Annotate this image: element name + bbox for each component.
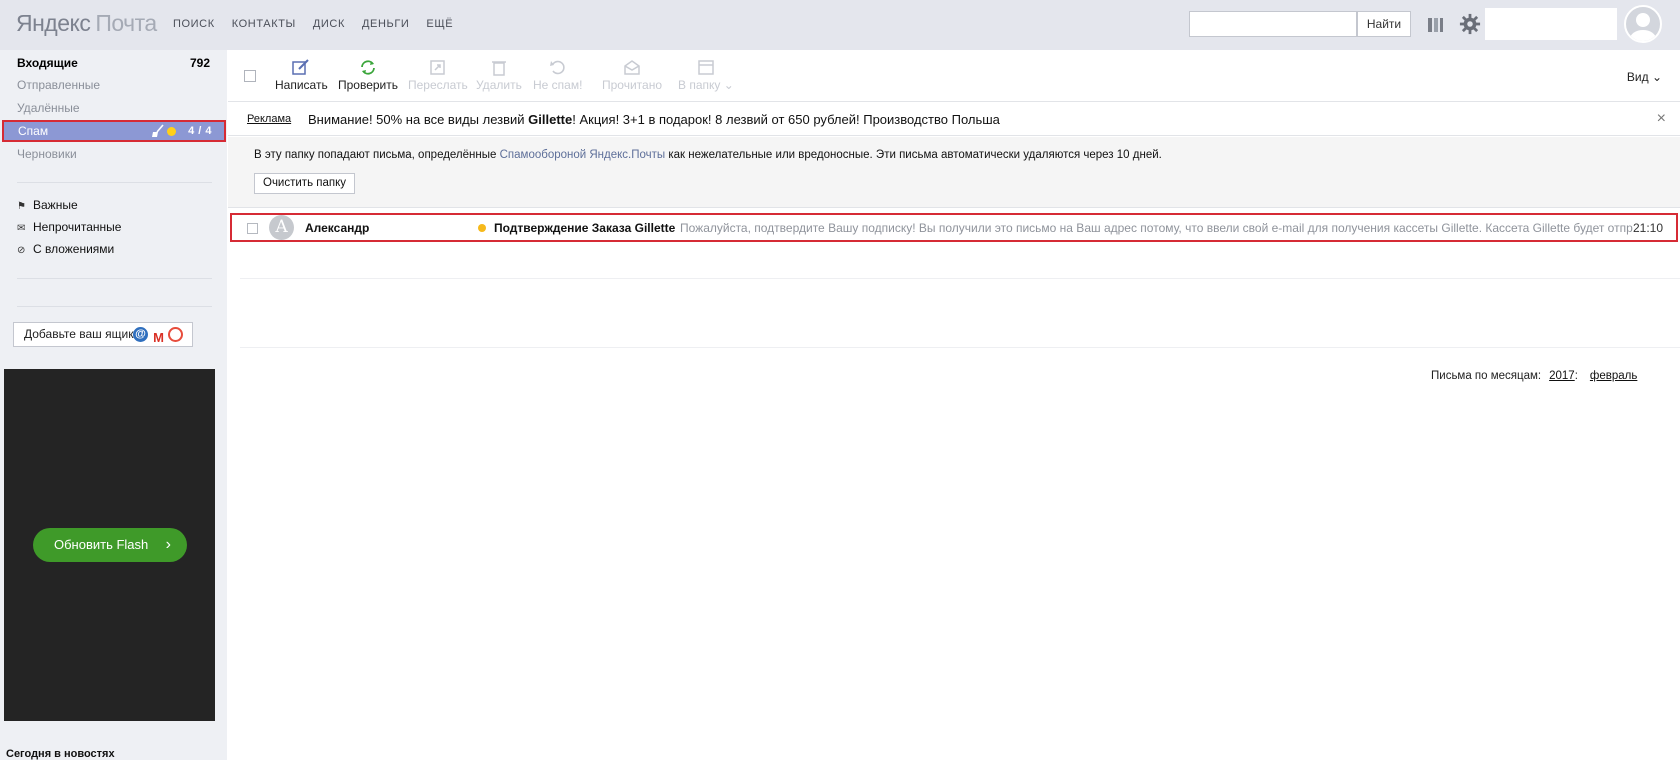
envelope-icon: ✉ [17, 223, 26, 234]
gear-icon[interactable] [1459, 13, 1481, 35]
forward-button[interactable]: Переслать [408, 59, 468, 92]
message-checkbox[interactable] [247, 223, 258, 234]
at-sign-icon: @ [133, 327, 148, 342]
undo-icon [549, 60, 565, 75]
divider [240, 347, 1680, 348]
clear-folder-button[interactable]: Очистить папку [254, 173, 356, 194]
sidebar-divider [17, 182, 212, 183]
label-unread[interactable]: ✉ Непрочитанные [17, 217, 121, 237]
month-link[interactable]: февраль [1590, 370, 1637, 382]
message-time: 21:10 [1632, 221, 1663, 235]
chevron-right-icon: › [165, 536, 171, 553]
label-important[interactable]: ⚑ Важные [17, 195, 78, 215]
folder-inbox[interactable]: Входящие 792 [0, 52, 227, 74]
top-nav: ПОИСК КОНТАКТЫ ДИСК ДЕНЬГИ ЕЩЁ [173, 18, 453, 30]
unread-dot-icon[interactable] [167, 127, 176, 136]
chevron-down-icon: ⌄ [723, 78, 734, 92]
message-subject[interactable]: Подтверждение Заказа Gillette [494, 221, 675, 235]
ad-tag[interactable]: Реклама [247, 113, 291, 125]
notice-text: В эту папку попадают письма, определённы… [254, 149, 1162, 161]
broom-icon[interactable] [151, 124, 165, 138]
message-row[interactable]: А Александр Подтверждение Заказа Gillett… [230, 213, 1678, 242]
compose-button[interactable]: Написать [275, 59, 328, 92]
mark-read-button[interactable]: Прочитано [602, 59, 662, 92]
sidebar-divider [17, 278, 212, 279]
folder-inbox-label: Входящие [17, 56, 78, 70]
paperclip-icon: ⊘ [17, 245, 26, 256]
sidebar-ad-banner[interactable]: Обновить Flash › [4, 369, 215, 721]
nav-search[interactable]: ПОИСК [173, 18, 215, 30]
message-sender[interactable]: Александр [305, 221, 369, 235]
not-spam-button[interactable]: Не спам! [533, 59, 582, 92]
unread-dot-icon[interactable] [478, 224, 486, 232]
folder-deleted-label: Удалённые [17, 101, 80, 115]
ad-text[interactable]: Внимание! 50% на все виды лезвий Gillett… [308, 112, 1000, 127]
spam-folder-notice: В эту папку попадают письма, определённы… [228, 137, 1680, 208]
left-sidebar: Входящие 792 Отправленные Удалённые Спам… [0, 50, 227, 760]
open-envelope-icon [624, 60, 640, 75]
sidebar-divider [17, 306, 212, 307]
message-preview[interactable]: Пожалуйста, подтвердите Вашу подписку! В… [680, 221, 1680, 235]
close-icon[interactable]: × [1657, 110, 1666, 128]
spam-defense-link[interactable]: Спамообороной Яндекс.Почты [500, 149, 666, 161]
view-menu[interactable]: Вид ⌄ [1627, 70, 1662, 84]
label-attachments[interactable]: ⊘ С вложениями [17, 239, 114, 259]
theme-icon[interactable] [1426, 15, 1446, 35]
nav-contacts[interactable]: КОНТАКТЫ [232, 18, 296, 30]
search-button[interactable]: Найти [1357, 11, 1411, 37]
folder-icon [698, 60, 714, 75]
yandex-mail-logo[interactable]: Яндекс Почта [16, 10, 157, 37]
news-heading: Сегодня в новостях [6, 748, 115, 760]
user-name-box[interactable] [1485, 8, 1617, 40]
inbox-count: 792 [189, 56, 210, 70]
ad-line: Реклама Внимание! 50% на все виды лезвий… [228, 103, 1680, 136]
folder-spam[interactable]: Спам 4 / 4 [2, 120, 226, 142]
user-avatar[interactable] [1624, 5, 1662, 43]
move-to-folder-button[interactable]: В папку ⌄ [678, 59, 734, 92]
spam-count: 4 / 4 [188, 125, 212, 137]
rambler-icon [168, 327, 183, 342]
chevron-down-icon: ⌄ [1651, 70, 1662, 84]
sender-avatar[interactable]: А [269, 215, 294, 240]
nav-disk[interactable]: ДИСК [313, 18, 345, 30]
folder-drafts-label: Черновики [17, 147, 77, 161]
folder-deleted[interactable]: Удалённые [0, 97, 227, 119]
mail-search-box [1189, 11, 1357, 37]
compose-icon [292, 59, 310, 75]
refresh-icon [361, 60, 375, 75]
folder-drafts[interactable]: Черновики [0, 143, 227, 165]
divider [240, 278, 1680, 279]
top-bar: Яндекс Почта ПОИСК КОНТАКТЫ ДИСК ДЕНЬГИ Е… [0, 0, 1680, 50]
folder-sent-label: Отправленные [17, 78, 101, 92]
forward-icon [430, 60, 445, 75]
user-silhouette-icon [1630, 13, 1656, 41]
nav-money[interactable]: ДЕНЬГИ [362, 18, 409, 30]
mail-toolbar: Написать Проверить Переслать Удалить Не … [228, 50, 1680, 102]
gmail-icon: M [153, 330, 164, 345]
nav-more[interactable]: ЕЩЁ [426, 18, 453, 30]
mail-search-input[interactable] [1190, 12, 1356, 36]
add-mailbox-button[interactable]: Добавьте ваш ящик @ M [13, 322, 193, 347]
check-mail-button[interactable]: Проверить [338, 59, 398, 92]
folder-spam-label: Спам [18, 124, 49, 138]
flag-icon: ⚑ [17, 201, 26, 212]
select-all-checkbox[interactable] [244, 70, 256, 82]
trash-icon [491, 61, 506, 76]
messages-by-month: Письма по месяцам: 2017: февраль [1431, 370, 1638, 382]
delete-button[interactable]: Удалить [476, 59, 522, 92]
folder-sent[interactable]: Отправленные [0, 74, 227, 96]
year-link[interactable]: 2017 [1549, 370, 1575, 382]
update-flash-button[interactable]: Обновить Flash › [33, 528, 187, 562]
